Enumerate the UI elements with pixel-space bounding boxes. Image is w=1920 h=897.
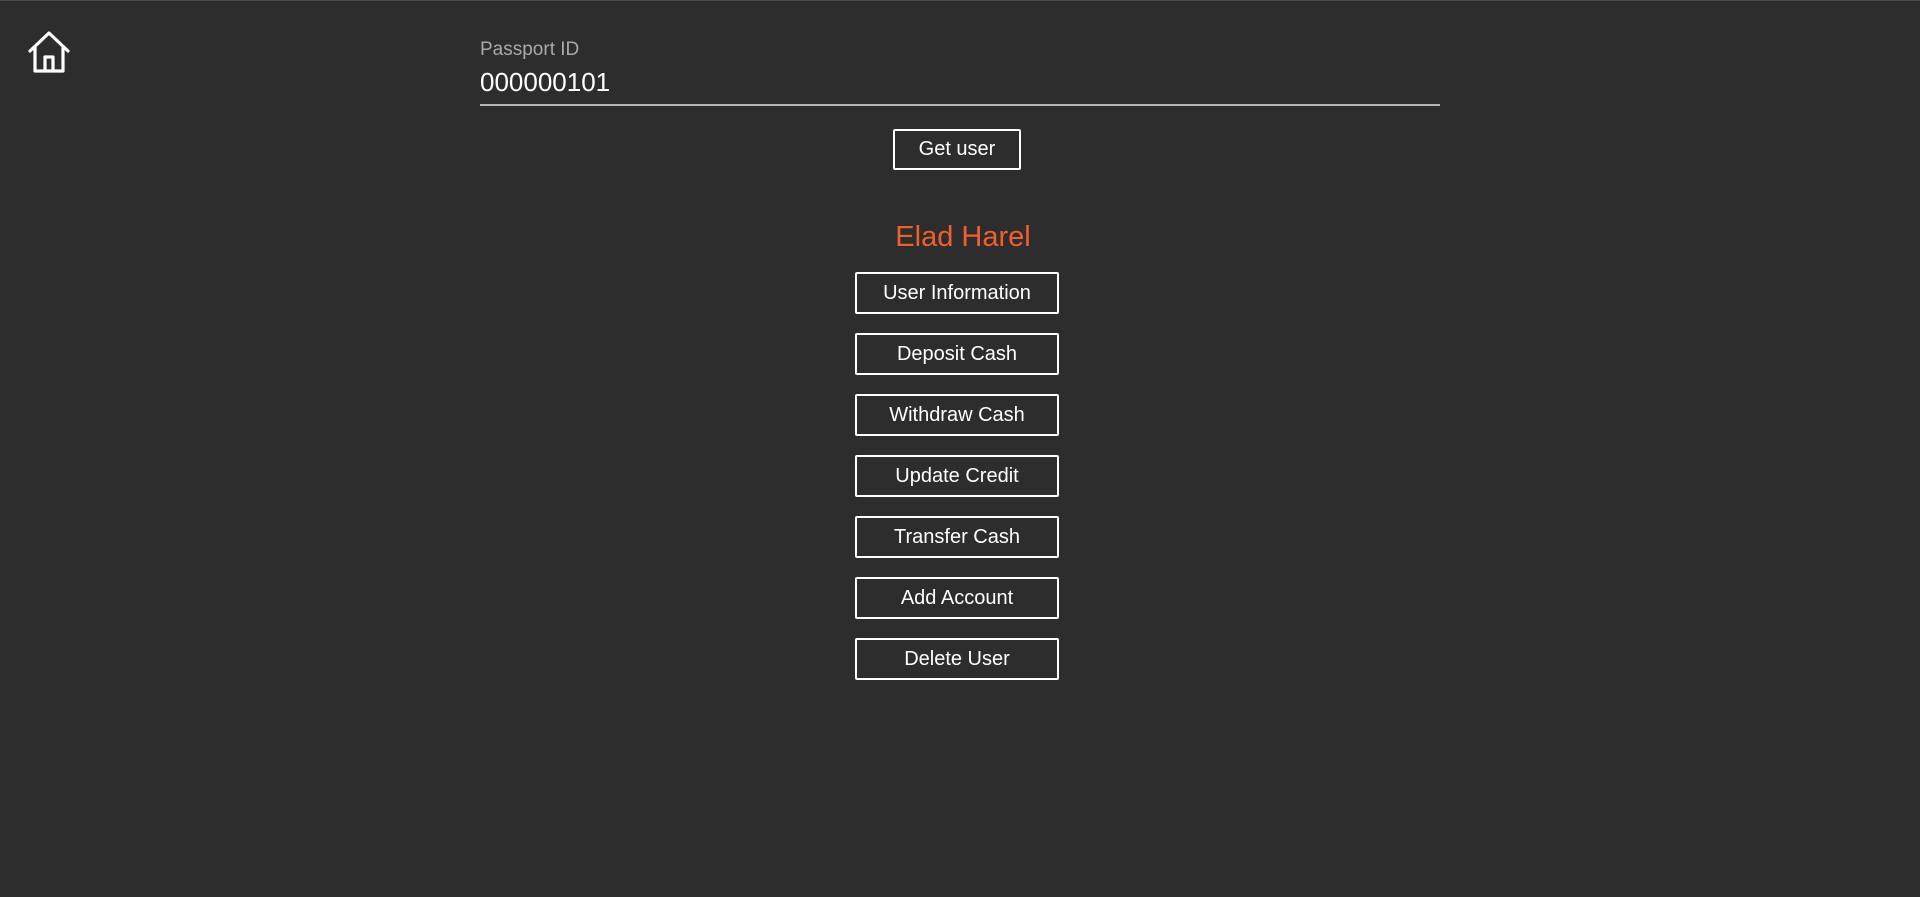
withdraw-cash-button[interactable]: Withdraw Cash: [855, 394, 1059, 436]
get-user-button[interactable]: Get user: [893, 129, 1021, 170]
passport-id-field: Passport ID: [480, 39, 1440, 106]
passport-id-input[interactable]: [480, 65, 1440, 106]
home-button[interactable]: [26, 29, 72, 75]
transfer-cash-button[interactable]: Transfer Cash: [855, 516, 1059, 558]
delete-user-button[interactable]: Delete User: [855, 638, 1059, 680]
update-credit-button[interactable]: Update Credit: [855, 455, 1059, 497]
user-information-button[interactable]: User Information: [855, 272, 1059, 314]
home-icon: [28, 31, 70, 73]
page: Passport ID Get user Elad Harel User Inf…: [0, 0, 1920, 897]
user-name: Elad Harel: [895, 221, 1031, 253]
passport-id-label: Passport ID: [480, 39, 580, 60]
user-actions: User Information Deposit Cash Withdraw C…: [855, 272, 1059, 680]
add-account-button[interactable]: Add Account: [855, 577, 1059, 619]
deposit-cash-button[interactable]: Deposit Cash: [855, 333, 1059, 375]
